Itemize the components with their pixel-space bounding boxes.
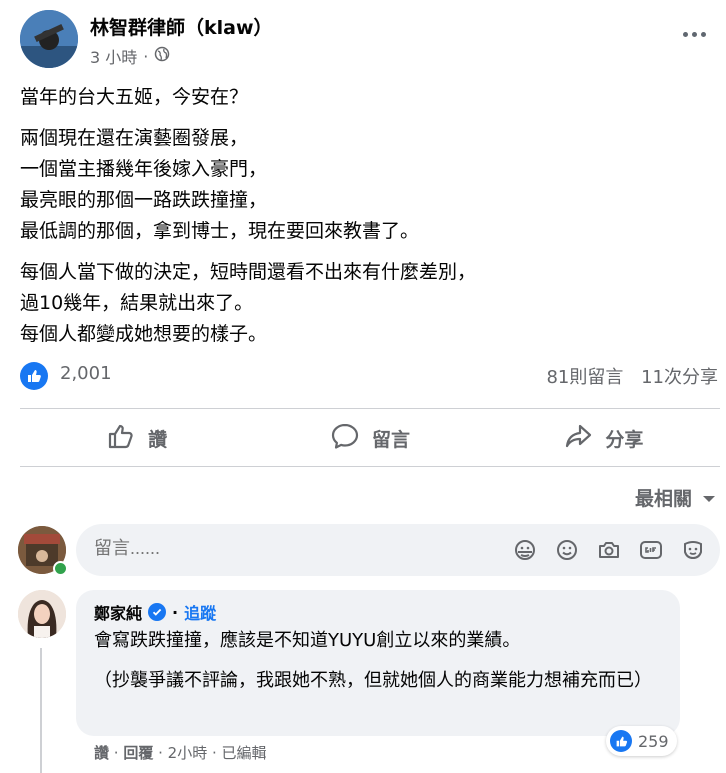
comment-composer — [76, 524, 720, 576]
meta-separator: · — [143, 46, 149, 66]
post-meta: 3 小時 · — [90, 44, 170, 68]
comment-header: 鄭家純 · 追蹤 — [94, 600, 216, 624]
post-stats: 2,001 81則留言 11次分享 — [20, 360, 720, 392]
comment-sort-dropdown[interactable]: 最相關 — [635, 484, 716, 511]
share-button[interactable]: 分享 — [487, 410, 720, 466]
footer-separator: · — [109, 744, 124, 762]
footer-separator: · — [207, 744, 222, 762]
like-button[interactable]: 讚 — [20, 410, 253, 466]
like-icon — [106, 421, 136, 456]
action-bar: 讚 留言 分享 — [20, 410, 720, 466]
comment-reply-link[interactable]: 回覆 — [123, 744, 153, 762]
sort-label: 最相關 — [634, 488, 692, 510]
comment-time[interactable]: 2小時 — [168, 744, 208, 762]
like-count[interactable]: 2,001 — [60, 363, 112, 384]
comment-count[interactable]: 81則留言 — [546, 367, 623, 388]
post-paragraph: 每個人當下做的決定，短時間還看不出來有什麼差別， 過10幾年，結果就出來了。 每… — [20, 261, 477, 345]
post-time[interactable]: 3 小時 — [90, 44, 137, 68]
more-icon[interactable] — [676, 22, 712, 46]
author-avatar[interactable] — [20, 10, 78, 68]
post-paragraph: 兩個現在還在演藝圈發展， 一個當主播幾年後嫁入豪門， 最亮眼的那個一路跌跌撞撞，… — [20, 127, 420, 242]
avatar-sticker-icon[interactable] — [680, 537, 706, 563]
online-status-indicator — [53, 561, 68, 576]
emoji-icon[interactable] — [554, 537, 580, 563]
comment-reactions[interactable]: 259 — [606, 726, 677, 756]
globe-icon — [154, 46, 170, 66]
thread-line — [40, 648, 42, 773]
comment-label: 留言 — [371, 428, 410, 451]
gif-icon[interactable] — [638, 537, 664, 563]
commenter-name[interactable]: 鄭家純 — [94, 600, 142, 624]
commenter-avatar[interactable] — [18, 590, 66, 638]
comment-button[interactable]: 留言 — [253, 410, 486, 466]
share-count[interactable]: 11次分享 — [641, 367, 718, 388]
comment-icon — [330, 421, 360, 456]
sticker-icon[interactable] — [512, 537, 538, 563]
post-body: 當年的台大五姬，今安在？ 兩個現在還在演藝圈發展， 一個當主播幾年後嫁入豪門， … — [20, 82, 710, 360]
divider — [20, 408, 720, 409]
author-name[interactable]: 林智群律師（klaw） — [90, 13, 273, 40]
like-reaction-icon[interactable] — [20, 362, 48, 390]
divider — [20, 466, 720, 467]
post-paragraph: 當年的台大五姬，今安在？ — [20, 86, 249, 108]
follow-button[interactable]: 追蹤 — [184, 600, 216, 624]
footer-separator: · — [153, 744, 168, 762]
comment-input[interactable] — [94, 538, 474, 559]
share-label: 分享 — [605, 428, 644, 451]
composer-tools — [512, 537, 706, 563]
stats-right: 81則留言 11次分享 — [534, 363, 718, 389]
camera-icon[interactable] — [596, 537, 622, 563]
comment-paragraph: （抄襲爭議不評論，我跟她不熟，但就她個人的商業能力想補充而已） — [94, 670, 652, 691]
caret-down-icon — [702, 487, 716, 509]
comment-bubble: 鄭家純 · 追蹤 會寫跌跌撞撞，應該是不知道YUYU創立以來的業績。 （抄襲爭議… — [76, 590, 680, 736]
header-separator: · — [172, 602, 179, 622]
comment-edited-label: 已編輯 — [221, 744, 267, 762]
comment-footer: 讚 · 回覆 · 2小時 · 已編輯 — [94, 742, 267, 763]
share-icon — [563, 421, 593, 456]
comment-paragraph: 會寫跌跌撞撞，應該是不知道YUYU創立以來的業績。 — [94, 630, 521, 651]
like-reaction-icon — [610, 730, 632, 752]
post-header: 林智群律師（klaw） 3 小時 · — [20, 10, 720, 68]
like-label: 讚 — [148, 428, 168, 451]
current-user-avatar[interactable] — [18, 526, 68, 576]
comment-like-link[interactable]: 讚 — [94, 744, 109, 762]
comment-text: 會寫跌跌撞撞，應該是不知道YUYU創立以來的業績。 （抄襲爭議不評論，我跟她不熟… — [94, 626, 674, 706]
comment-reaction-count: 259 — [638, 731, 669, 751]
verified-icon — [148, 603, 167, 621]
